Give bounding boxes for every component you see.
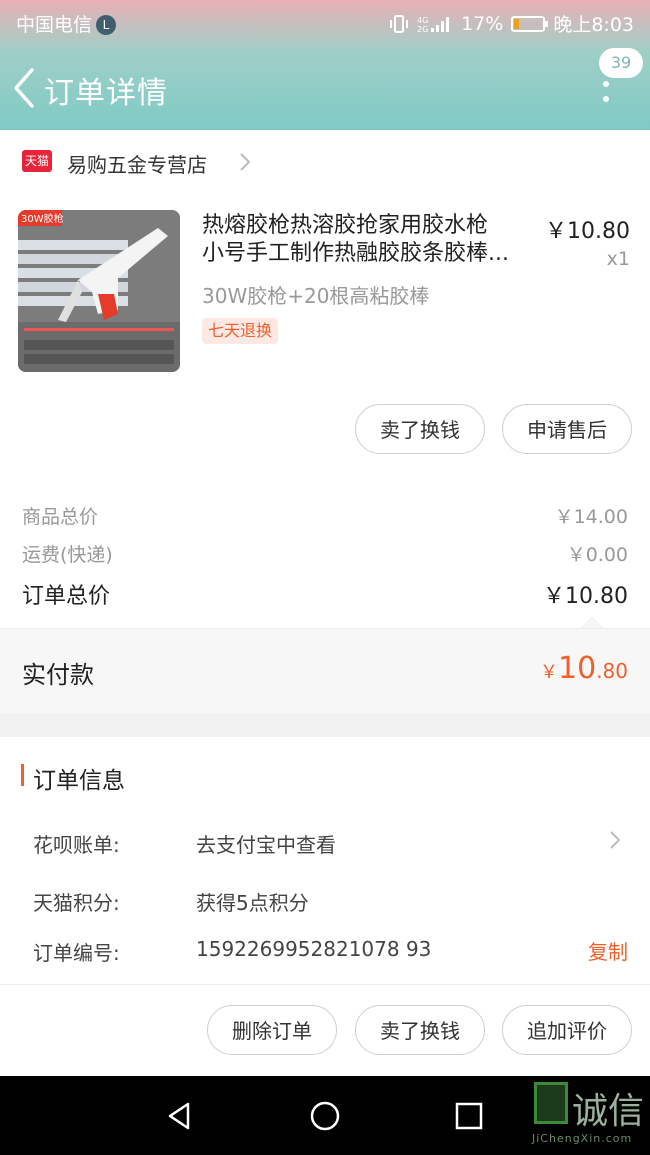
order-number-value: 1592269952821078 93 (196, 937, 432, 961)
points-value: 获得5点积分 (196, 891, 309, 915)
goods-total-row: 商品总价 ￥14.00 (22, 502, 628, 529)
goods-total-label: 商品总价 (22, 506, 99, 528)
watermark-logo-icon (534, 1082, 568, 1124)
product-title[interactable]: 热熔胶枪热溶胶抢家用胶水枪 小号手工制作热融胶胶条胶棒... (202, 212, 532, 268)
paid-amount-row: 实付款 ￥10.80 (0, 629, 650, 713)
back-triangle-icon[interactable] (164, 1100, 196, 1132)
product-quantity: x1 (606, 248, 630, 270)
page-title: 订单详情 (44, 76, 168, 111)
order-info-title: 订单信息 (33, 768, 125, 794)
watermark-sub: JiChengXin.com (532, 1132, 633, 1145)
order-total-row: 订单总价 ￥10.80 (22, 578, 628, 610)
battery-icon (511, 15, 549, 32)
divider (0, 984, 650, 985)
delete-order-button[interactable]: 删除订单 (207, 1005, 337, 1055)
status-right: 4G 2G 17% 晚上8:03 (389, 10, 634, 37)
shipping-label: 运费(快递) (22, 544, 113, 566)
huabei-value-link[interactable]: 去支付宝中查看 (196, 829, 336, 858)
paid-label: 实付款 (22, 661, 94, 689)
carrier-label: 中国电信 L (16, 10, 117, 37)
product-price: ￥10.80 (545, 219, 630, 244)
signal-icon: 4G 2G (417, 16, 450, 34)
paid-currency: ￥ (540, 662, 558, 683)
paid-value: ￥10.80 (540, 651, 628, 686)
svg-text:4G: 4G (417, 16, 428, 25)
vibrate-icon (390, 14, 409, 33)
section-accent-bar (21, 764, 24, 786)
shipping-value: ￥0.00 (566, 544, 628, 566)
sell-for-cash-button-bottom[interactable]: 卖了换钱 (355, 1005, 485, 1055)
watermark-text: 诚信 (572, 1091, 645, 1132)
shop-row[interactable]: 天猫 易购五金专营店 (0, 130, 650, 190)
more-menu-icon[interactable] (594, 70, 618, 110)
back-arrow-icon[interactable] (10, 66, 40, 110)
order-total-label: 订单总价 (22, 584, 111, 609)
shop-name: 易购五金专营店 (67, 153, 207, 177)
section-gap (0, 713, 650, 737)
svg-text:2G: 2G (417, 25, 428, 34)
order-number-label: 订单编号: (33, 941, 120, 965)
shipping-row: 运费(快递) ￥0.00 (22, 540, 628, 567)
product-image[interactable]: 30W胶枪 (18, 210, 180, 372)
after-sale-button[interactable]: 申请售后 (502, 404, 632, 454)
order-total-value: ￥10.80 (543, 584, 628, 609)
paid-integer: 10 (558, 651, 597, 686)
glue-gun-image: 30W胶枪 (18, 210, 180, 372)
product-title-line2: 小号手工制作热融胶胶条胶棒... (202, 241, 509, 266)
image-label: 30W胶枪 (21, 212, 64, 225)
chevron-right-icon[interactable] (608, 828, 622, 852)
goods-total-value: ￥14.00 (554, 506, 628, 528)
product-title-line1: 热熔胶枪热溶胶抢家用胶水枪 (202, 213, 489, 238)
recents-square-icon[interactable] (453, 1100, 485, 1132)
copy-order-number-button[interactable]: 复制 (588, 936, 628, 965)
points-label: 天猫积分: (33, 891, 120, 915)
carrier-icon: L (96, 15, 117, 35)
app-header: 中国电信 L 4G 2G 17% 晚上8:03 订单详情 39 (0, 0, 650, 130)
product-sku: 30W胶枪+20根高粘胶棒 (202, 284, 430, 308)
tmall-logo: 天猫 (22, 150, 52, 172)
battery-percent: 17% (461, 12, 504, 35)
return-policy-tag: 七天退换 (202, 318, 279, 344)
pointer-arrow (581, 617, 603, 628)
clock: 晚上8:03 (553, 14, 634, 36)
status-bar: 中国电信 L 4G 2G 17% 晚上8:03 (0, 0, 650, 44)
sell-for-cash-button[interactable]: 卖了换钱 (355, 404, 485, 454)
add-review-button[interactable]: 追加评价 (502, 1005, 632, 1055)
home-circle-icon[interactable] (309, 1100, 341, 1132)
paid-decimal: .80 (596, 659, 628, 683)
carrier-name: 中国电信 (16, 14, 93, 36)
chevron-right-icon (240, 153, 251, 171)
huabei-label: 花呗账单: (33, 833, 120, 857)
watermark: 诚信 JiChengXin.com (532, 1080, 650, 1150)
